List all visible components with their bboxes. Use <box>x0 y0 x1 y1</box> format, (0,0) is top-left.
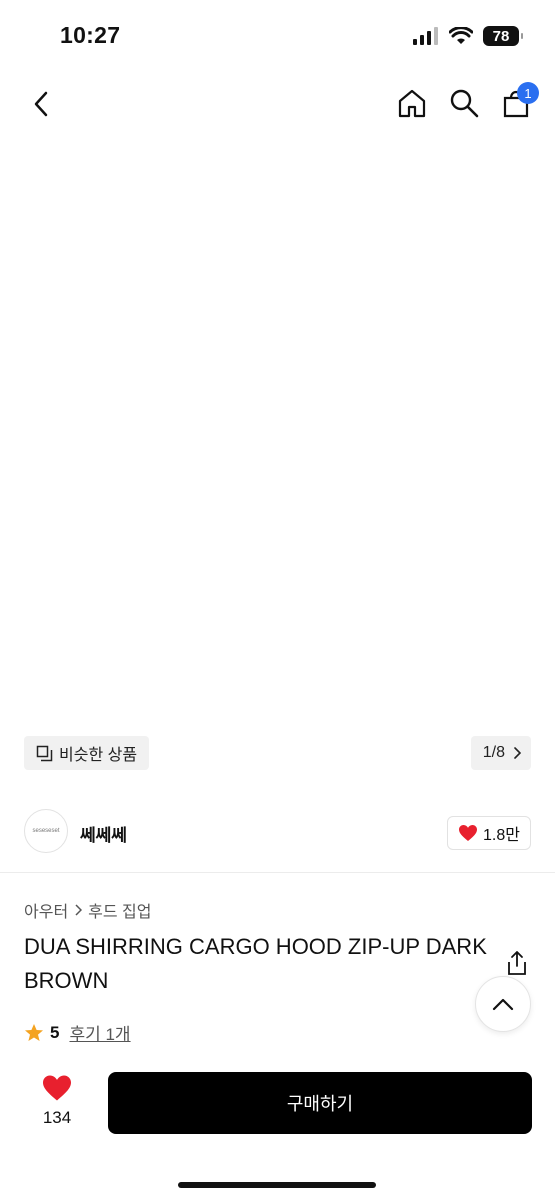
seller-logo: seseseset <box>32 828 60 834</box>
wish-count: 134 <box>42 1108 72 1127</box>
status-time: 10:27 <box>60 22 121 48</box>
cart-count-badge: 1 <box>517 82 539 104</box>
heart-icon <box>459 825 478 841</box>
review-link[interactable]: 후기 1개 <box>69 1020 130 1045</box>
home-button[interactable] <box>395 84 429 122</box>
copy-icon <box>36 745 53 761</box>
search-button[interactable] <box>447 84 481 122</box>
shop-like-count: 1.8만 <box>483 827 520 844</box>
star-icon <box>25 1023 43 1041</box>
cellular-signal-icon <box>413 27 438 45</box>
breadcrumb-item[interactable]: 아우터 <box>24 898 68 922</box>
home-icon <box>398 89 426 118</box>
similar-products-label: 비슷한 상품 <box>59 747 138 764</box>
breadcrumb-item[interactable]: 후드 집업 <box>88 898 151 922</box>
search-icon <box>450 89 479 118</box>
wish-button[interactable]: 134 <box>34 1074 80 1128</box>
rating-score: 5 <box>50 1022 60 1042</box>
scroll-to-top-button[interactable] <box>475 976 531 1032</box>
image-page-counter[interactable]: 1/8 <box>470 736 531 770</box>
heart-icon <box>43 1075 71 1101</box>
back-button[interactable] <box>26 88 56 120</box>
similar-products-button[interactable]: 비슷한 상품 <box>24 736 150 770</box>
page-indicator: 1/8 <box>482 744 505 761</box>
chevron-up-icon <box>492 998 514 1011</box>
share-icon <box>508 951 526 975</box>
product-title: DUA SHIRRING CARGO HOOD ZIP-UP DARK BROW… <box>24 934 487 993</box>
shop-like-button[interactable]: 1.8만 <box>447 816 531 850</box>
breadcrumb: 아우터 후드 집업 <box>24 898 152 922</box>
seller-name[interactable]: 쎄쎄쎄 <box>80 821 127 846</box>
status-icons: 78 <box>413 26 523 46</box>
chevron-right-icon <box>514 747 521 759</box>
wifi-icon <box>449 27 473 44</box>
purchase-bar: 134 구매하기 <box>0 1060 555 1150</box>
nav-actions: 1 <box>395 82 539 122</box>
share-button[interactable] <box>505 950 529 976</box>
home-indicator <box>178 1182 376 1188</box>
cart-button[interactable]: 1 <box>499 82 539 122</box>
top-navigation: 1 <box>0 70 555 138</box>
battery-indicator: 78 <box>483 26 523 46</box>
buy-button[interactable]: 구매하기 <box>108 1072 532 1134</box>
rating-row: 5 후기 1개 <box>24 1020 131 1045</box>
chevron-right-icon <box>75 904 83 916</box>
status-bar: 10:27 78 <box>0 0 555 70</box>
chevron-left-icon <box>34 91 48 117</box>
seller-avatar[interactable]: seseseset <box>24 809 68 853</box>
seller-row[interactable]: seseseset 쎄쎄쎄 1.8만 <box>0 793 555 873</box>
